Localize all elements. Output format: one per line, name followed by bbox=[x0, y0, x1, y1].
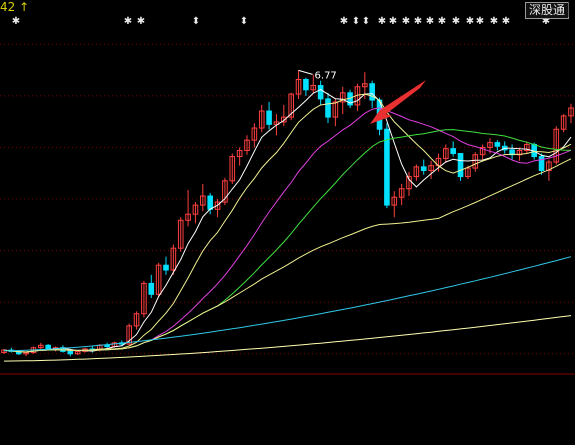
event-marker-8: ✱ bbox=[378, 16, 386, 27]
event-marker-3: ⬍ bbox=[192, 16, 200, 27]
event-marker-14: ✱ bbox=[452, 16, 460, 27]
candle-body-6 bbox=[45, 344, 51, 350]
candle-body-67 bbox=[494, 142, 501, 147]
event-marker-16: ✱ bbox=[476, 16, 484, 27]
candle-body-28 bbox=[207, 195, 213, 210]
candlestick-chart: ✱ ✱ ✱ ⬍ ⬍ ✱ ⬍ ⬍ ✱ ✱ ✱ ✱ ✱ ✱ ✱ ✱ ✱ ✱ ✱ ✱6.77 bbox=[0, 16, 575, 375]
event-marker-6: ⬍ bbox=[352, 16, 360, 27]
candle-body-61 bbox=[450, 148, 456, 155]
event-marker-5: ✱ bbox=[340, 16, 348, 27]
candle-body-44 bbox=[325, 98, 331, 118]
high-marker-line bbox=[298, 69, 313, 75]
event-marker-9: ✱ bbox=[389, 16, 397, 27]
event-marker-13: ✱ bbox=[438, 16, 446, 27]
event-marker-2: ✱ bbox=[137, 16, 145, 27]
event-marker-0: ✱ bbox=[12, 16, 20, 27]
event-marker-7: ⬍ bbox=[362, 16, 370, 27]
high-annotation-label: 6.77 bbox=[315, 70, 337, 81]
event-marker-12: ✱ bbox=[426, 16, 434, 27]
event-marker-10: ✱ bbox=[402, 16, 410, 27]
candle-body-50 bbox=[369, 83, 375, 101]
event-marker-17: ✱ bbox=[490, 16, 498, 27]
candle-body-43 bbox=[317, 85, 324, 100]
ma120-line bbox=[3, 256, 572, 352]
candle-body-22 bbox=[163, 264, 169, 271]
event-marker-4: ⬍ bbox=[240, 16, 248, 27]
candle-body-36 bbox=[266, 110, 272, 125]
ma20-line bbox=[3, 107, 572, 353]
candle-body-20 bbox=[148, 282, 155, 295]
event-marker-11: ✱ bbox=[414, 16, 422, 27]
candle-body-62 bbox=[457, 153, 464, 178]
candle-body-73 bbox=[538, 156, 545, 172]
candle-body-41 bbox=[303, 78, 309, 91]
tab-scroll-handle[interactable] bbox=[568, 2, 575, 17]
candle-body-14 bbox=[104, 344, 110, 348]
ma5-line bbox=[3, 89, 572, 353]
price-scale-label: 42 ↑ bbox=[0, 0, 30, 14]
candle-body-9 bbox=[67, 350, 74, 355]
event-marker-18: ✱ bbox=[502, 16, 510, 27]
shenzhen-connect-tab[interactable]: 深股通 bbox=[524, 2, 569, 19]
ma30-line bbox=[3, 129, 572, 353]
event-marker-1: ✱ bbox=[124, 16, 132, 27]
ma10-line bbox=[3, 93, 572, 353]
candle-body-57 bbox=[420, 166, 427, 172]
event-marker-15: ✱ bbox=[466, 16, 474, 27]
ma250-line bbox=[3, 315, 572, 362]
